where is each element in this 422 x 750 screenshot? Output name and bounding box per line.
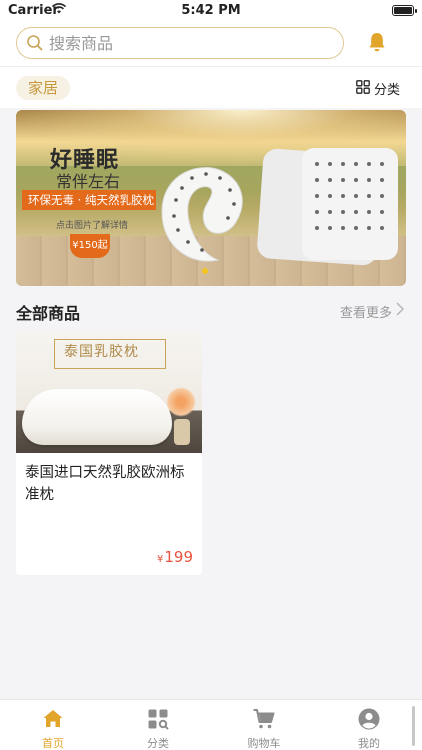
vase-decoration: [174, 419, 190, 445]
tab-category-label: 分类: [147, 737, 169, 750]
battery-icon: [392, 5, 417, 16]
tab-category[interactable]: 分类: [105, 700, 211, 750]
section-title: 全部商品: [16, 304, 81, 323]
banner-ribbon: 环保无毒 · 纯天然乳胶枕: [22, 190, 156, 210]
header: [0, 22, 422, 66]
latex-pillow-image: [161, 148, 398, 266]
tab-profile[interactable]: 我的: [316, 700, 422, 750]
category-row: 家居 分类: [0, 66, 422, 108]
product-name: 泰国进口天然乳胶欧洲标准枕: [25, 465, 185, 503]
flower-decoration: [166, 387, 196, 417]
bell-icon[interactable]: [365, 30, 389, 54]
banner-subtitle: 常伴左右: [56, 172, 121, 191]
section-header: 全部商品 查看更多: [0, 292, 422, 326]
product-image: 泰国乳胶枕: [16, 331, 202, 453]
carousel-indicator: [202, 268, 208, 274]
see-more-link[interactable]: 查看更多: [340, 302, 392, 321]
home-icon: [43, 710, 63, 727]
product-price: ¥199: [157, 548, 193, 566]
price-value: 199: [164, 548, 193, 566]
search-bar[interactable]: [16, 27, 344, 59]
category-chip-home[interactable]: 家居: [16, 76, 71, 100]
clock: 5:42 PM: [181, 3, 241, 18]
category-all-button[interactable]: 分类: [356, 79, 400, 98]
chevron-right-icon[interactable]: [396, 301, 405, 316]
tab-cart-label: 购物车: [247, 737, 281, 750]
category-icon: [148, 709, 169, 730]
profile-icon: [358, 708, 380, 730]
currency-symbol: ¥: [156, 554, 164, 565]
search-icon: [26, 34, 44, 52]
status-bar: Carrier 5:42 PM: [0, 0, 422, 22]
search-input[interactable]: [49, 28, 329, 58]
grid-icon: [356, 80, 370, 94]
banner-hint: 点击图片了解详情: [56, 221, 129, 231]
pillow-shape: [22, 389, 172, 445]
image-title: 泰国乳胶枕: [64, 344, 139, 360]
cart-icon: [253, 709, 275, 729]
category-all-label: 分类: [373, 83, 400, 98]
tab-cart[interactable]: 购物车: [211, 700, 317, 750]
promo-banner[interactable]: 好睡眠 常伴左右 环保无毒 · 纯天然乳胶枕 点击图片了解详情 ¥150起: [16, 110, 406, 286]
tab-profile-label: 我的: [358, 737, 380, 750]
tab-home-label: 首页: [42, 737, 64, 750]
tab-bar: 首页 分类 购物车 我的: [0, 699, 422, 750]
home-indicator: [412, 706, 415, 746]
tab-home[interactable]: 首页: [0, 700, 106, 750]
product-card[interactable]: 泰国乳胶枕 泰国进口天然乳胶欧洲标准枕 ¥199: [16, 331, 202, 575]
banner-price-badge: ¥150起: [70, 234, 110, 258]
